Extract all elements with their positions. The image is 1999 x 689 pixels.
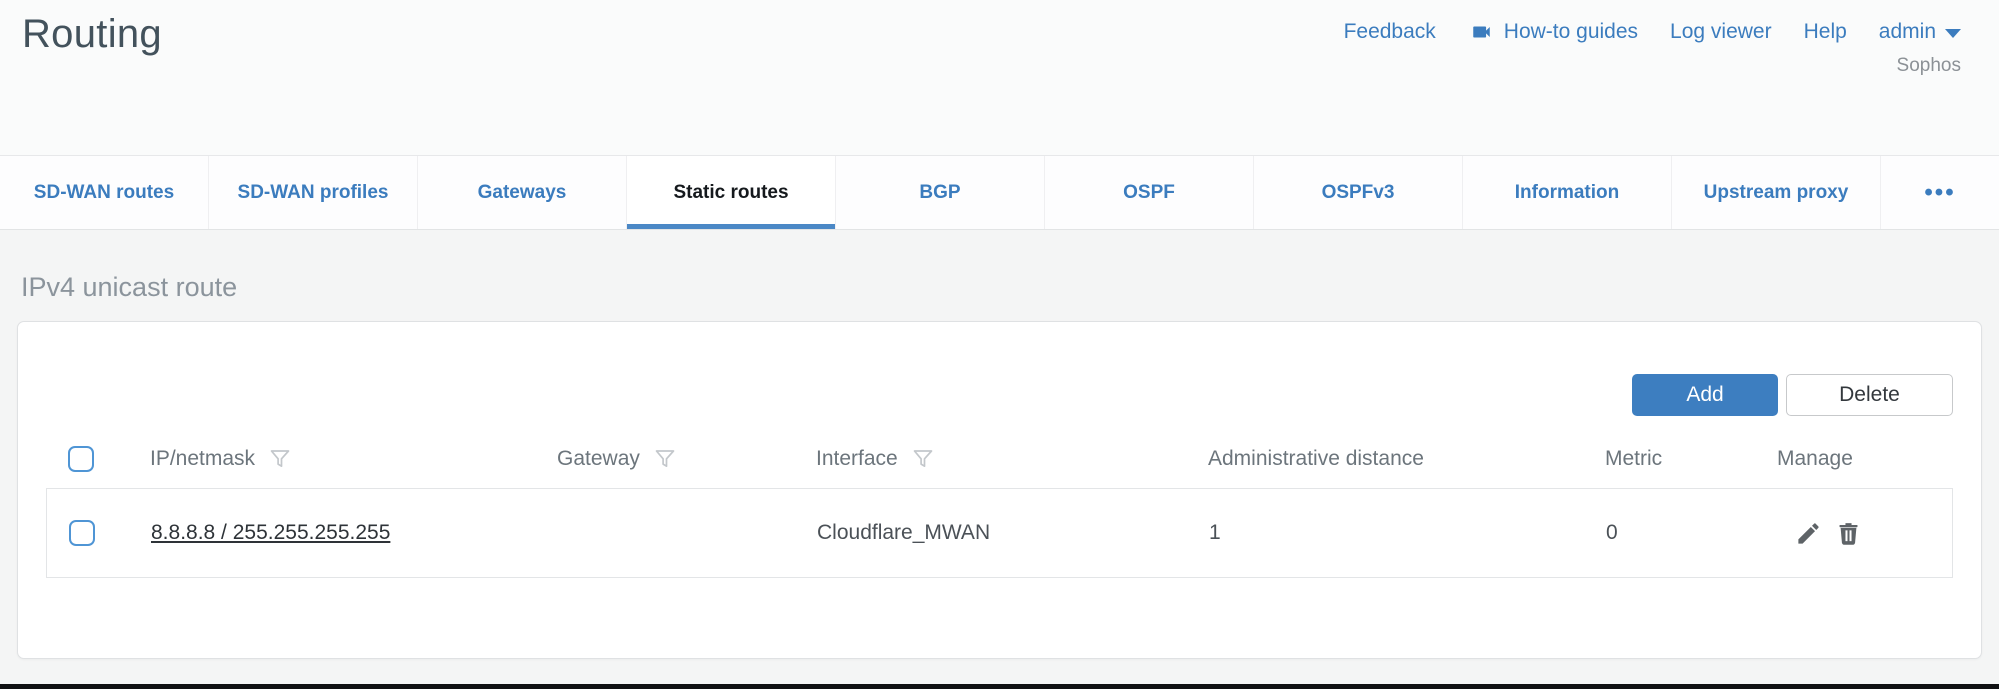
column-header-label: Interface <box>816 447 898 471</box>
table-toolbar: Add Delete <box>18 322 1981 432</box>
column-header-label: Administrative distance <box>1208 447 1424 471</box>
row-checkbox[interactable] <box>69 520 95 546</box>
tab-bgp[interactable]: BGP <box>836 156 1045 229</box>
tab-information[interactable]: Information <box>1463 156 1672 229</box>
tab-label: Upstream proxy <box>1704 182 1849 204</box>
tab-label: Gateways <box>478 182 567 204</box>
page-title: Routing <box>22 10 162 57</box>
column-header-label: Manage <box>1777 447 1853 471</box>
column-header-label: IP/netmask <box>150 447 255 471</box>
route-link[interactable]: 8.8.8.8 / 255.255.255.255 <box>151 521 390 544</box>
cell-admin-distance: 1 <box>1209 521 1606 545</box>
column-header-label: Metric <box>1605 447 1662 471</box>
tab-label: Static routes <box>673 182 788 204</box>
column-header-interface: Interface <box>816 446 1208 472</box>
header-checkbox-cell <box>46 446 150 472</box>
tab-static-routes[interactable]: Static routes <box>627 156 836 229</box>
tab-ospfv3[interactable]: OSPFv3 <box>1254 156 1463 229</box>
add-button[interactable]: Add <box>1632 374 1778 416</box>
tab-gateways[interactable]: Gateways <box>418 156 627 229</box>
cell-ip-netmask: 8.8.8.8 / 255.255.255.255 <box>151 521 558 545</box>
feedback-link[interactable]: Feedback <box>1344 20 1436 44</box>
log-viewer-link[interactable]: Log viewer <box>1670 20 1772 44</box>
log-viewer-label: Log viewer <box>1670 20 1772 44</box>
table-row: 8.8.8.8 / 255.255.255.255 Cloudflare_MWA… <box>46 488 1953 578</box>
howto-guides-link[interactable]: How-to guides <box>1468 20 1638 44</box>
funnel-icon[interactable] <box>653 446 677 472</box>
chevron-down-icon <box>1945 29 1961 38</box>
column-header-ip-netmask: IP/netmask <box>150 446 557 472</box>
funnel-icon[interactable] <box>911 446 935 472</box>
brand-label: Sophos <box>1897 55 1961 77</box>
tab-label: SD-WAN routes <box>34 182 174 204</box>
header-right: Feedback How-to guides Log viewer Help a… <box>1344 10 1961 77</box>
tab-sdwan-profiles[interactable]: SD-WAN profiles <box>209 156 418 229</box>
column-header-admin-distance: Administrative distance <box>1208 447 1605 471</box>
funnel-icon[interactable] <box>268 446 292 472</box>
tab-label: OSPF <box>1123 182 1175 204</box>
video-camera-icon <box>1468 21 1495 43</box>
tab-sdwan-routes[interactable]: SD-WAN routes <box>0 156 209 229</box>
user-menu[interactable]: admin <box>1879 20 1961 44</box>
tab-label: SD-WAN profiles <box>238 182 389 204</box>
cell-interface: Cloudflare_MWAN <box>817 521 1209 545</box>
page-header: Routing Feedback How-to guides Log viewe… <box>0 0 1999 155</box>
help-link[interactable]: Help <box>1804 20 1847 44</box>
select-all-checkbox[interactable] <box>68 446 94 472</box>
pencil-icon[interactable] <box>1795 520 1822 547</box>
column-header-gateway: Gateway <box>557 446 816 472</box>
bottom-edge-strip <box>0 684 1999 689</box>
delete-button[interactable]: Delete <box>1786 374 1953 416</box>
tab-label: Information <box>1515 182 1620 204</box>
column-header-manage: Manage <box>1777 447 1953 471</box>
routing-tabbar: SD-WAN routes SD-WAN profiles Gateways S… <box>0 155 1999 230</box>
table-header-row: IP/netmask Gateway Interface <box>46 432 1953 486</box>
cell-metric: 0 <box>1606 521 1778 545</box>
feedback-link-label: Feedback <box>1344 20 1436 44</box>
routes-card: Add Delete IP/netmask Gateway <box>17 321 1982 659</box>
user-menu-label: admin <box>1879 20 1936 44</box>
tabs-overflow-button[interactable]: ••• <box>1881 156 1999 229</box>
tab-label: OSPFv3 <box>1322 182 1395 204</box>
routes-table: IP/netmask Gateway Interface <box>46 432 1953 578</box>
tab-label: BGP <box>919 182 960 204</box>
cell-manage <box>1778 520 1952 547</box>
howto-guides-label: How-to guides <box>1504 20 1638 44</box>
trash-icon[interactable] <box>1835 520 1862 547</box>
column-header-label: Gateway <box>557 447 640 471</box>
tab-ospf[interactable]: OSPF <box>1045 156 1254 229</box>
column-header-metric: Metric <box>1605 447 1777 471</box>
ellipsis-icon: ••• <box>1924 179 1955 207</box>
main-content: IPv4 unicast route Add Delete IP/netmask… <box>0 230 1999 684</box>
header-nav: Feedback How-to guides Log viewer Help a… <box>1344 20 1961 44</box>
help-link-label: Help <box>1804 20 1847 44</box>
row-checkbox-cell <box>47 520 151 546</box>
tab-upstream-proxy[interactable]: Upstream proxy <box>1672 156 1881 229</box>
section-title: IPv4 unicast route <box>21 272 1982 303</box>
